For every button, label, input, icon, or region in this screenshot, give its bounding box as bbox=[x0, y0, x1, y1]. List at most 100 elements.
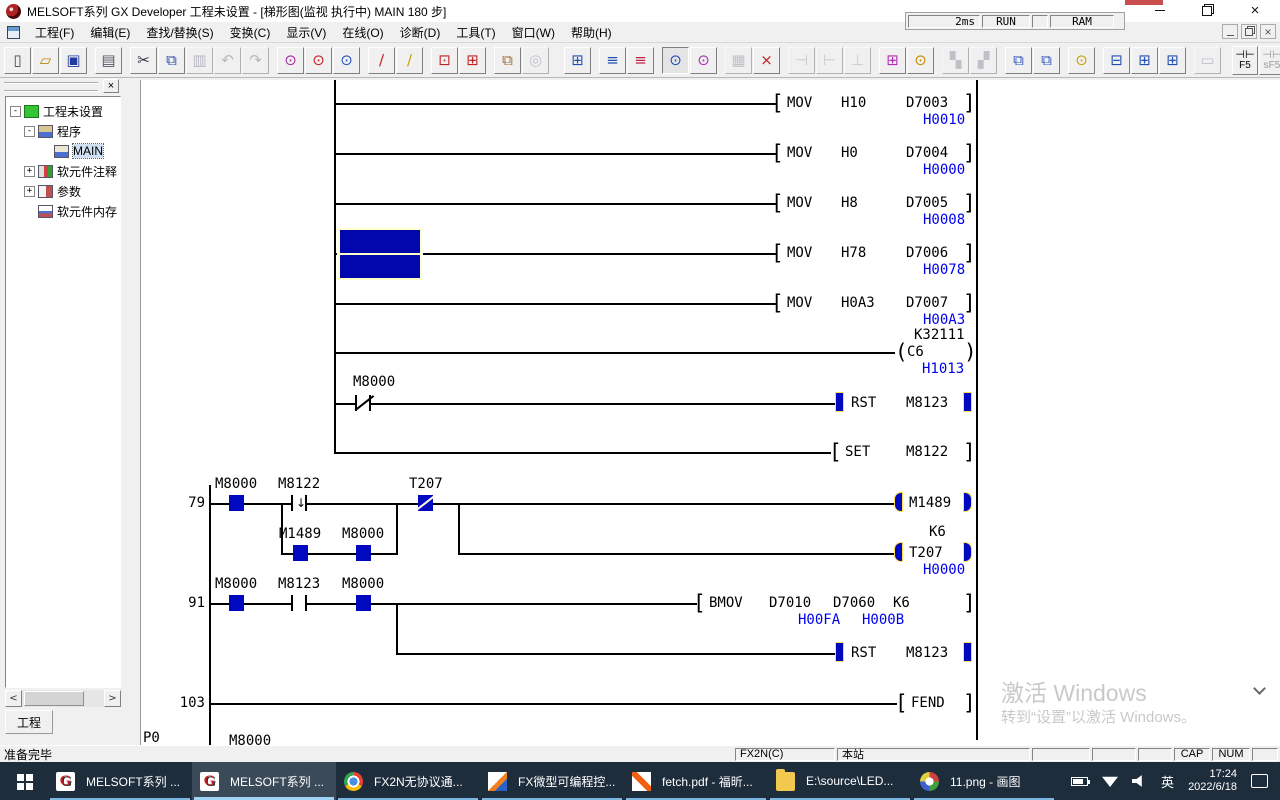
close-button[interactable] bbox=[1238, 0, 1272, 21]
taskbar-app-chrome[interactable]: FX2N无协议通... bbox=[336, 762, 480, 800]
operand-dest[interactable]: M8123 bbox=[906, 645, 948, 661]
operand-dest[interactable]: D7003 bbox=[906, 95, 948, 111]
instruction-mov[interactable]: MOV bbox=[787, 245, 812, 261]
coil-t207[interactable]: T207 bbox=[909, 545, 943, 561]
cut-icon[interactable]: ✂ bbox=[130, 47, 157, 74]
comment-search-icon[interactable]: ⊙ bbox=[1068, 47, 1095, 74]
instruction-bmov[interactable]: BMOV bbox=[709, 595, 743, 611]
redo-icon[interactable]: ↷ bbox=[242, 47, 269, 74]
panel-grip[interactable] bbox=[4, 82, 98, 92]
menu-convert[interactable]: 变换(C) bbox=[222, 22, 279, 43]
f5-open-contact-button[interactable]: ⊣⊢F5 bbox=[1232, 46, 1258, 75]
instruction-set[interactable]: SET bbox=[845, 444, 870, 460]
tree-item-main[interactable]: MAIN bbox=[6, 141, 120, 161]
insert-col-icon[interactable]: ⊞ bbox=[1159, 47, 1186, 74]
disabled-tool-icon[interactable]: ◎ bbox=[522, 47, 549, 74]
device-comment-edit-icon[interactable]: ∕ bbox=[368, 47, 395, 74]
start-button[interactable] bbox=[0, 762, 48, 800]
step-run-icon[interactable]: ⊣ bbox=[788, 47, 815, 74]
find-string-icon[interactable]: ⊙ bbox=[333, 47, 360, 74]
delete-row-icon[interactable]: ⊞ bbox=[1131, 47, 1158, 74]
zoom-out-icon[interactable]: ⊞ bbox=[459, 47, 486, 74]
menu-view[interactable]: 显示(V) bbox=[278, 22, 334, 43]
operand-dest[interactable]: D7004 bbox=[906, 145, 948, 161]
taskbar-app-foxit-pdf[interactable]: fetch.pdf - 福昕... bbox=[624, 762, 768, 800]
ladder-editor[interactable]: MOV H10 D7003 H0010 MOV H0 D7004 H0000 M… bbox=[140, 80, 1280, 745]
instruction-fend[interactable]: FEND bbox=[911, 695, 945, 711]
contact-on-m8000[interactable] bbox=[356, 595, 371, 611]
new-file-icon[interactable]: ▯ bbox=[4, 47, 31, 74]
partial-run-icon[interactable]: ⊥ bbox=[844, 47, 871, 74]
undo-icon[interactable]: ↶ bbox=[214, 47, 241, 74]
tree-item-program[interactable]: - 程序 bbox=[6, 121, 120, 141]
mdi-restore-button[interactable] bbox=[1241, 24, 1257, 39]
operand-dest[interactable]: D7006 bbox=[906, 245, 948, 261]
ladder-mode-icon[interactable]: ⊞ bbox=[564, 47, 591, 74]
sidebar-close-button[interactable]: × bbox=[103, 79, 119, 93]
taskbar-app-melsoft-2[interactable]: MELSOFT系列 ... bbox=[192, 762, 336, 800]
tree-expander[interactable]: + bbox=[24, 186, 35, 197]
monitor-write-icon[interactable]: ⊙ bbox=[690, 47, 717, 74]
statement-display-icon[interactable]: ≡ bbox=[627, 47, 654, 74]
monitor-mode-icon[interactable]: ⊙ bbox=[662, 47, 689, 74]
taskbar-clock[interactable]: 17:24 2022/6/18 bbox=[1188, 768, 1237, 794]
tree-expander[interactable]: - bbox=[24, 126, 35, 137]
new-window-icon[interactable]: ⧉ bbox=[1033, 47, 1060, 74]
contact-closed-m8000[interactable] bbox=[355, 395, 371, 411]
operand-source[interactable]: H0A3 bbox=[841, 295, 875, 311]
copy-icon[interactable]: ⧉ bbox=[158, 47, 185, 74]
menu-find-replace[interactable]: 查找/替换(S) bbox=[138, 22, 221, 43]
menu-online[interactable]: 在线(O) bbox=[334, 22, 391, 43]
taskbar-app-explorer[interactable]: E:\source\LED... bbox=[768, 762, 912, 800]
skip-run-icon[interactable]: ⊢ bbox=[816, 47, 843, 74]
insert-row-icon[interactable]: ⊟ bbox=[1103, 47, 1130, 74]
monitor-stop-icon[interactable]: × bbox=[753, 47, 780, 74]
mdi-minimize-button[interactable] bbox=[1222, 24, 1238, 39]
scrollbar-thumb[interactable] bbox=[24, 691, 84, 706]
taskbar-app-fx-doc[interactable]: FX微型可编程控... bbox=[480, 762, 624, 800]
menu-edit[interactable]: 编辑(E) bbox=[82, 22, 138, 43]
open-folder-icon[interactable]: ▱ bbox=[32, 47, 59, 74]
project-tab[interactable]: 工程 bbox=[5, 710, 53, 734]
scroll-down-icon[interactable] bbox=[1253, 682, 1266, 695]
monitor-start-icon[interactable]: ▦ bbox=[725, 47, 752, 74]
tree-item-device-comment[interactable]: + 软元件注释 bbox=[6, 161, 120, 181]
paste-icon[interactable]: ▥ bbox=[186, 47, 213, 74]
scroll-left-arrow[interactable]: < bbox=[5, 690, 22, 707]
menu-help[interactable]: 帮助(H) bbox=[563, 22, 620, 43]
menu-tools[interactable]: 工具(T) bbox=[448, 22, 503, 43]
instruction-mov[interactable]: MOV bbox=[787, 195, 812, 211]
instruction-rst[interactable]: RST bbox=[851, 395, 876, 411]
operand-source[interactable]: H0 bbox=[841, 145, 858, 161]
tree-item-parameter[interactable]: + 参数 bbox=[6, 181, 120, 201]
coil-m1489[interactable]: M1489 bbox=[909, 495, 951, 511]
operand-dest[interactable]: D7007 bbox=[906, 295, 948, 311]
tree-item-project-root[interactable]: - 工程未设置 bbox=[6, 101, 120, 121]
operand-source[interactable]: H10 bbox=[841, 95, 866, 111]
operand-dest[interactable]: D7005 bbox=[906, 195, 948, 211]
minimize-button[interactable] bbox=[1143, 0, 1177, 21]
operand-dest[interactable]: M8122 bbox=[906, 444, 948, 460]
ruler-icon[interactable]: ▭ bbox=[1194, 47, 1221, 74]
zoom-in-icon[interactable]: ⊡ bbox=[431, 47, 458, 74]
device-batch-monitor-icon[interactable]: ⊙ bbox=[907, 47, 934, 74]
edit-cursor[interactable] bbox=[338, 228, 422, 280]
open-window-icon[interactable]: ⧉ bbox=[1005, 47, 1032, 74]
screen-transfer-icon[interactable]: ⧉ bbox=[494, 47, 521, 74]
save-icon[interactable]: ▣ bbox=[60, 47, 87, 74]
instruction-mov[interactable]: MOV bbox=[787, 95, 812, 111]
action-center-icon[interactable] bbox=[1251, 774, 1268, 788]
instruction-mov[interactable]: MOV bbox=[787, 145, 812, 161]
operand-source[interactable]: H8 bbox=[841, 195, 858, 211]
volume-icon[interactable] bbox=[1132, 775, 1147, 788]
contact-on-m8000[interactable] bbox=[229, 495, 244, 511]
wifi-icon[interactable] bbox=[1102, 775, 1118, 787]
menu-diagnostics[interactable]: 诊断(D) bbox=[392, 22, 449, 43]
find-device-icon[interactable]: ⊙ bbox=[305, 47, 332, 74]
scroll-right-arrow[interactable]: > bbox=[104, 690, 121, 707]
operand-count[interactable]: K6 bbox=[893, 595, 910, 611]
input-language-indicator[interactable]: 英 bbox=[1161, 772, 1174, 791]
operand-dest[interactable]: D7060 bbox=[833, 595, 875, 611]
taskbar-app-paint[interactable]: 11.png - 画图 bbox=[912, 762, 1056, 800]
operand-dest[interactable]: M8123 bbox=[906, 395, 948, 411]
